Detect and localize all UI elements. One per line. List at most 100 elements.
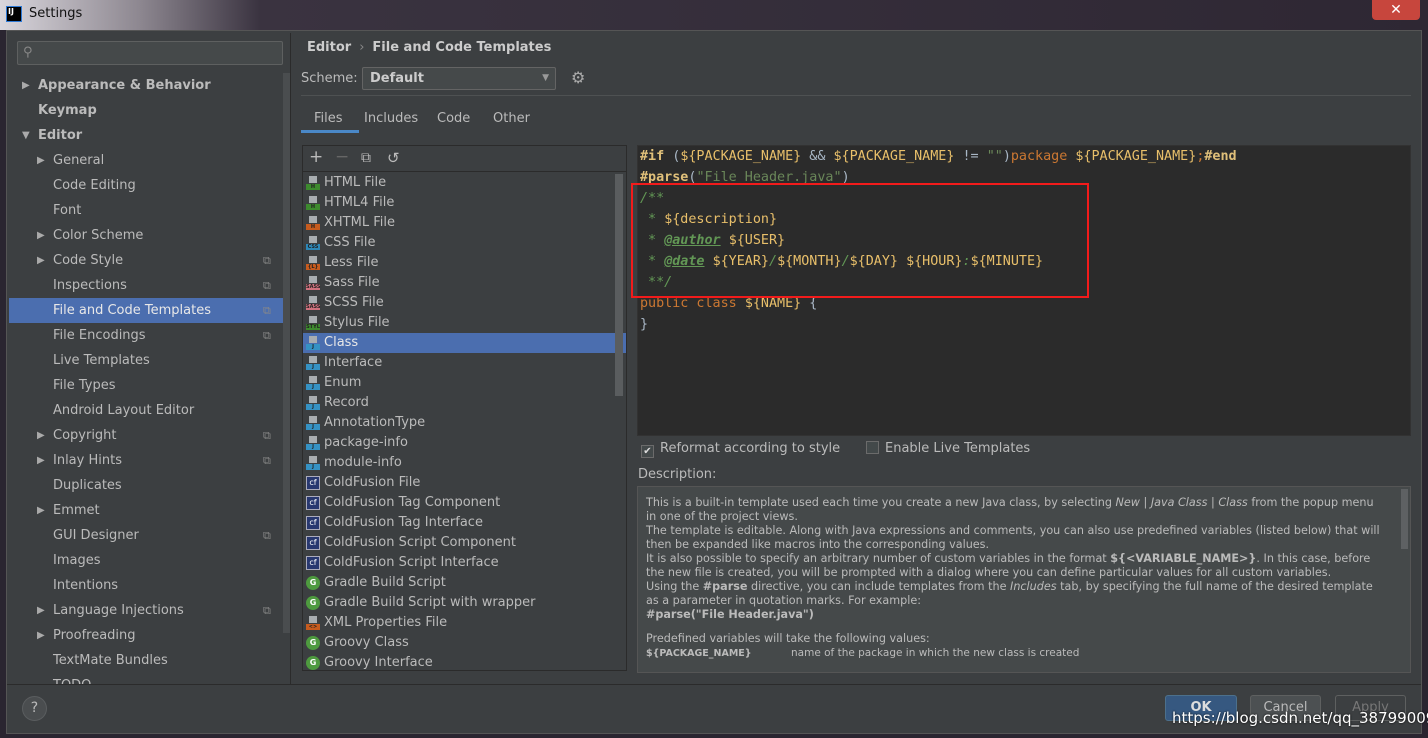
sidebar-item-gui-designer[interactable]: GUI Designer ⧉ — [9, 523, 290, 548]
template-item[interactable]: J Class — [303, 333, 626, 353]
sidebar-item-android-layout-editor[interactable]: Android Layout Editor — [9, 398, 290, 423]
template-item[interactable]: cf ColdFusion Tag Component — [303, 493, 626, 513]
window-title: Settings — [29, 6, 83, 21]
chevron-right-icon[interactable]: ▶ — [37, 223, 45, 248]
chevron-right-icon[interactable]: ▶ — [37, 423, 45, 448]
reformat-checkbox[interactable]: ✔ Reformat according to style — [641, 441, 840, 458]
sidebar-item-file-types[interactable]: File Types — [9, 373, 290, 398]
chevron-right-icon[interactable]: ▶ — [37, 623, 45, 648]
sidebar-item-color-scheme[interactable]: ▶ Color Scheme — [9, 223, 290, 248]
sidebar-item-file-encodings[interactable]: File Encodings ⧉ — [9, 323, 290, 348]
sidebar-item-inlay-hints[interactable]: ▶ Inlay Hints ⧉ — [9, 448, 290, 473]
chevron-right-icon[interactable]: ▶ — [37, 448, 45, 473]
tab-code[interactable]: Code — [437, 111, 470, 133]
chevron-right-icon[interactable]: ▶ — [37, 148, 45, 173]
template-item-label: CSS File — [324, 235, 376, 250]
sidebar-item-code-style[interactable]: ▶ Code Style ⧉ — [9, 248, 290, 273]
sidebar-item-intentions[interactable]: Intentions — [9, 573, 290, 598]
sidebar-item-keymap[interactable]: Keymap — [9, 98, 290, 123]
template-item[interactable]: H XHTML File — [303, 213, 626, 233]
title-bar: IJ Settings ✕ — [0, 0, 1428, 30]
settings-search-input[interactable]: ⚲ — [17, 41, 283, 65]
java-file-icon: J — [306, 396, 320, 410]
template-item-label: Enum — [324, 375, 362, 390]
java-file-icon: J — [306, 336, 320, 350]
tab-includes[interactable]: Includes — [364, 111, 418, 133]
chevron-right-icon[interactable]: ▶ — [22, 73, 30, 98]
template-item[interactable]: H HTML4 File — [303, 193, 626, 213]
code-token: ( — [664, 149, 681, 164]
reset-template-button[interactable]: ↺ — [387, 149, 400, 167]
help-button[interactable]: ? — [22, 696, 47, 721]
template-item[interactable]: J Record — [303, 393, 626, 413]
template-item[interactable]: {L} Less File — [303, 253, 626, 273]
chevron-right-icon[interactable]: ▶ — [37, 598, 45, 623]
sidebar-item-general[interactable]: ▶ General — [9, 148, 290, 173]
live-templates-checkbox[interactable]: Enable Live Templates — [866, 441, 1030, 456]
description-paragraph: This is a built-in template used each ti… — [646, 496, 1385, 524]
java-file-icon: J — [306, 436, 320, 450]
tab-other[interactable]: Other — [493, 111, 530, 133]
template-item[interactable]: G Gradle Build Script — [303, 573, 626, 593]
template-item[interactable]: J AnnotationType — [303, 413, 626, 433]
sidebar-item-live-templates[interactable]: Live Templates — [9, 348, 290, 373]
java-file-icon: J — [306, 416, 320, 430]
sidebar-item-inspections[interactable]: Inspections ⧉ — [9, 273, 290, 298]
sidebar-item-code-editing[interactable]: Code Editing — [9, 173, 290, 198]
template-item[interactable]: J Interface — [303, 353, 626, 373]
template-item[interactable]: CSS CSS File — [303, 233, 626, 253]
template-item[interactable]: SASS SCSS File — [303, 293, 626, 313]
template-item-label: Less File — [324, 255, 379, 270]
template-item[interactable]: J Enum — [303, 373, 626, 393]
sidebar-scrollbar[interactable] — [283, 73, 290, 633]
sidebar-item-emmet[interactable]: ▶ Emmet — [9, 498, 290, 523]
sidebar-item-language-injections[interactable]: ▶ Language Injections ⧉ — [9, 598, 290, 623]
sidebar-item-label: Keymap — [38, 103, 97, 118]
project-settings-icon: ⧉ — [263, 454, 271, 467]
sidebar-item-font[interactable]: Font — [9, 198, 290, 223]
template-item[interactable]: cf ColdFusion Script Interface — [303, 553, 626, 573]
code-line: } — [640, 314, 648, 335]
sidebar-item-textmate-bundles[interactable]: TextMate Bundles — [9, 648, 290, 673]
sidebar-item-editor[interactable]: ▼ Editor — [9, 123, 290, 148]
template-item[interactable]: H HTML File — [303, 173, 626, 193]
template-item[interactable]: G Groovy Interface — [303, 653, 626, 670]
html-file-icon: H — [306, 176, 320, 190]
template-item-label: Gradle Build Script — [324, 575, 446, 590]
template-item[interactable]: cf ColdFusion Script Component — [303, 533, 626, 553]
sidebar-item-appearance-behavior[interactable]: ▶ Appearance & Behavior — [9, 73, 290, 98]
code-token: != — [954, 149, 987, 164]
copy-template-button[interactable]: ⧉ — [361, 150, 371, 166]
gear-icon[interactable]: ⚙ — [571, 68, 585, 87]
sidebar-item-images[interactable]: Images — [9, 548, 290, 573]
template-list-scrollbar[interactable] — [615, 174, 623, 396]
template-item[interactable]: G Gradle Build Script with wrapper — [303, 593, 626, 613]
template-item[interactable]: G Groovy Class — [303, 633, 626, 653]
sidebar-item-duplicates[interactable]: Duplicates — [9, 473, 290, 498]
css-file-icon: CSS — [306, 236, 320, 250]
code-token: #if — [640, 149, 665, 164]
sidebar-item-file-and-code-templates[interactable]: File and Code Templates ⧉ — [9, 298, 290, 323]
template-item-label: Stylus File — [324, 315, 390, 330]
template-item[interactable]: Jmodule-info — [303, 453, 626, 473]
chevron-right-icon[interactable]: ▶ — [37, 498, 45, 523]
template-item[interactable]: <> XML Properties File — [303, 613, 626, 633]
template-item[interactable]: SASS Sass File — [303, 273, 626, 293]
chevron-down-icon[interactable]: ▼ — [22, 123, 30, 148]
template-item[interactable]: cf ColdFusion Tag Interface — [303, 513, 626, 533]
add-template-button[interactable]: + — [309, 147, 323, 167]
chevron-right-icon[interactable]: ▶ — [37, 248, 45, 273]
template-item[interactable]: Jpackage-info — [303, 433, 626, 453]
close-window-button[interactable]: ✕ — [1372, 0, 1420, 20]
sidebar-item-label: GUI Designer — [53, 528, 139, 543]
template-item[interactable]: cf ColdFusion File — [303, 473, 626, 493]
settings-sidebar: ⚲ ▶ Appearance & Behavior Keymap ▼ Editor ▶ Ge… — [9, 33, 291, 685]
sidebar-item-proofreading[interactable]: ▶ Proofreading — [9, 623, 290, 648]
sidebar-item-copyright[interactable]: ▶ Copyright ⧉ — [9, 423, 290, 448]
scheme-dropdown[interactable]: Default ▼ — [362, 67, 556, 90]
sass-file-icon: SASS — [306, 276, 320, 290]
remove-template-button[interactable]: − — [335, 147, 349, 167]
description-scrollbar[interactable] — [1401, 489, 1408, 549]
description-paragraph: Predefined variables will take the follo… — [646, 632, 930, 645]
template-item[interactable]: STYL Stylus File — [303, 313, 626, 333]
